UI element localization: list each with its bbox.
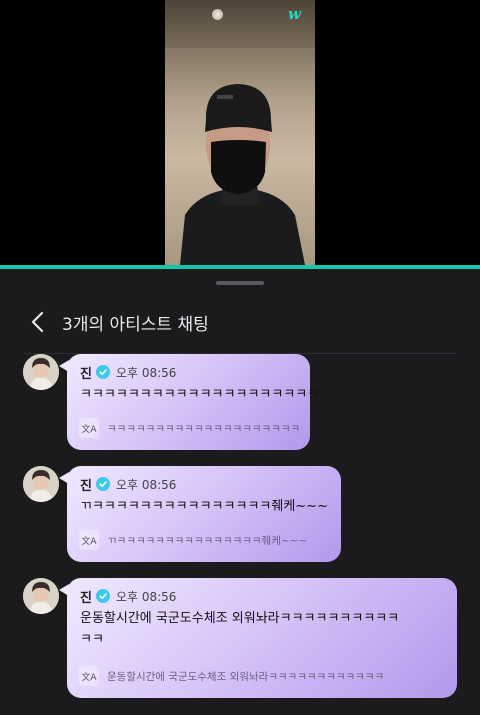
chat-title: 3개의 아티스트 채팅 [62,315,209,335]
message-time: 오후 08:56 [115,477,177,492]
message-bubble[interactable]: 진 오후 08:56 ㄲㅋㅋㅋㅋㅋㅋㅋㅋㅋㅋㅋㅋㅋㅋㅋ줴케~~~ 文A ㄲㅋㅋㅋ… [59,466,341,562]
translate-icon: 文A [79,530,99,550]
message-text: 운동할시간에 국군도수체조 외워놔라ㅋㅋㅋㅋㅋㅋㅋㅋㅋㅋ ㅋㅋ [80,608,399,650]
avatar-image [23,354,59,390]
verified-badge-icon [95,477,110,491]
chevron-left-icon [31,311,44,333]
avatar[interactable] [23,354,59,390]
translate-icon: 文A [79,418,99,438]
translated-text: ㄲㅋㅋㅋㅋㅋㅋㅋㅋㅋㅋㅋㅋㅋㅋㅋ줴케~~~ [107,534,308,547]
live-video-area[interactable]: w [0,0,480,265]
chat-header: 3개의 아티스트 채팅 [0,307,480,341]
message-time: 오후 08:56 [115,365,177,380]
translate-icon: 文A [79,666,99,686]
sender-name: 진 [80,366,92,382]
sender-name: 진 [80,478,92,494]
verified-badge-icon [95,589,110,603]
streamer-figure [180,84,305,265]
message-bubble[interactable]: 진 오후 08:56 ㅋㅋㅋㅋㅋㅋㅋㅋㅋㅋㅋㅋㅋㅋㅋㅋㅋㅋㅋㅋ 文A ㅋㅋㅋㅋㅋ… [59,354,319,450]
back-button[interactable] [24,307,54,337]
avatar[interactable] [23,578,59,614]
message-text: ㄲㅋㅋㅋㅋㅋㅋㅋㅋㅋㅋㅋㅋㅋㅋㅋ줴케~~~ [80,499,328,514]
message-text: ㅋㅋㅋㅋㅋㅋㅋㅋㅋㅋㅋㅋㅋㅋㅋㅋㅋㅋㅋㅋ [80,387,320,402]
message-time: 오후 08:56 [115,589,177,604]
translation-row[interactable]: 文A ㅋㅋㅋㅋㅋㅋㅋㅋㅋㅋㅋㅋㅋㅋㅋㅋㅋㅋㅋㅋ [79,418,300,438]
verified-badge-icon [95,365,110,379]
avatar-image [23,578,59,614]
message-text-line: ㅋㅋ [80,632,104,647]
sender-name: 진 [80,590,92,606]
drag-handle[interactable] [216,281,264,285]
avatar[interactable] [23,466,59,502]
weverse-logo: w [288,5,301,23]
avatar-image [23,466,59,502]
video-frame [165,0,315,265]
translation-row[interactable]: 文A 운동할시간에 국군도수체조 외워놔라ㅋㅋㅋㅋㅋㅋㅋㅋㅋㅋㅋㅋ [79,666,384,686]
message-text-line: 운동할시간에 국군도수체조 외워놔라ㅋㅋㅋㅋㅋㅋㅋㅋㅋㅋ [80,611,400,626]
translated-text: 운동할시간에 국군도수체조 외워놔라ㅋㅋㅋㅋㅋㅋㅋㅋㅋㅋㅋㅋ [107,670,385,683]
translation-row[interactable]: 文A ㄲㅋㅋㅋㅋㅋㅋㅋㅋㅋㅋㅋㅋㅋㅋㅋ줴케~~~ [79,530,307,550]
message-bubble[interactable]: 진 오후 08:56 운동할시간에 국군도수체조 외워놔라ㅋㅋㅋㅋㅋㅋㅋㅋㅋㅋ … [59,578,457,698]
translated-text: ㅋㅋㅋㅋㅋㅋㅋㅋㅋㅋㅋㅋㅋㅋㅋㅋㅋㅋㅋㅋ [107,422,301,435]
